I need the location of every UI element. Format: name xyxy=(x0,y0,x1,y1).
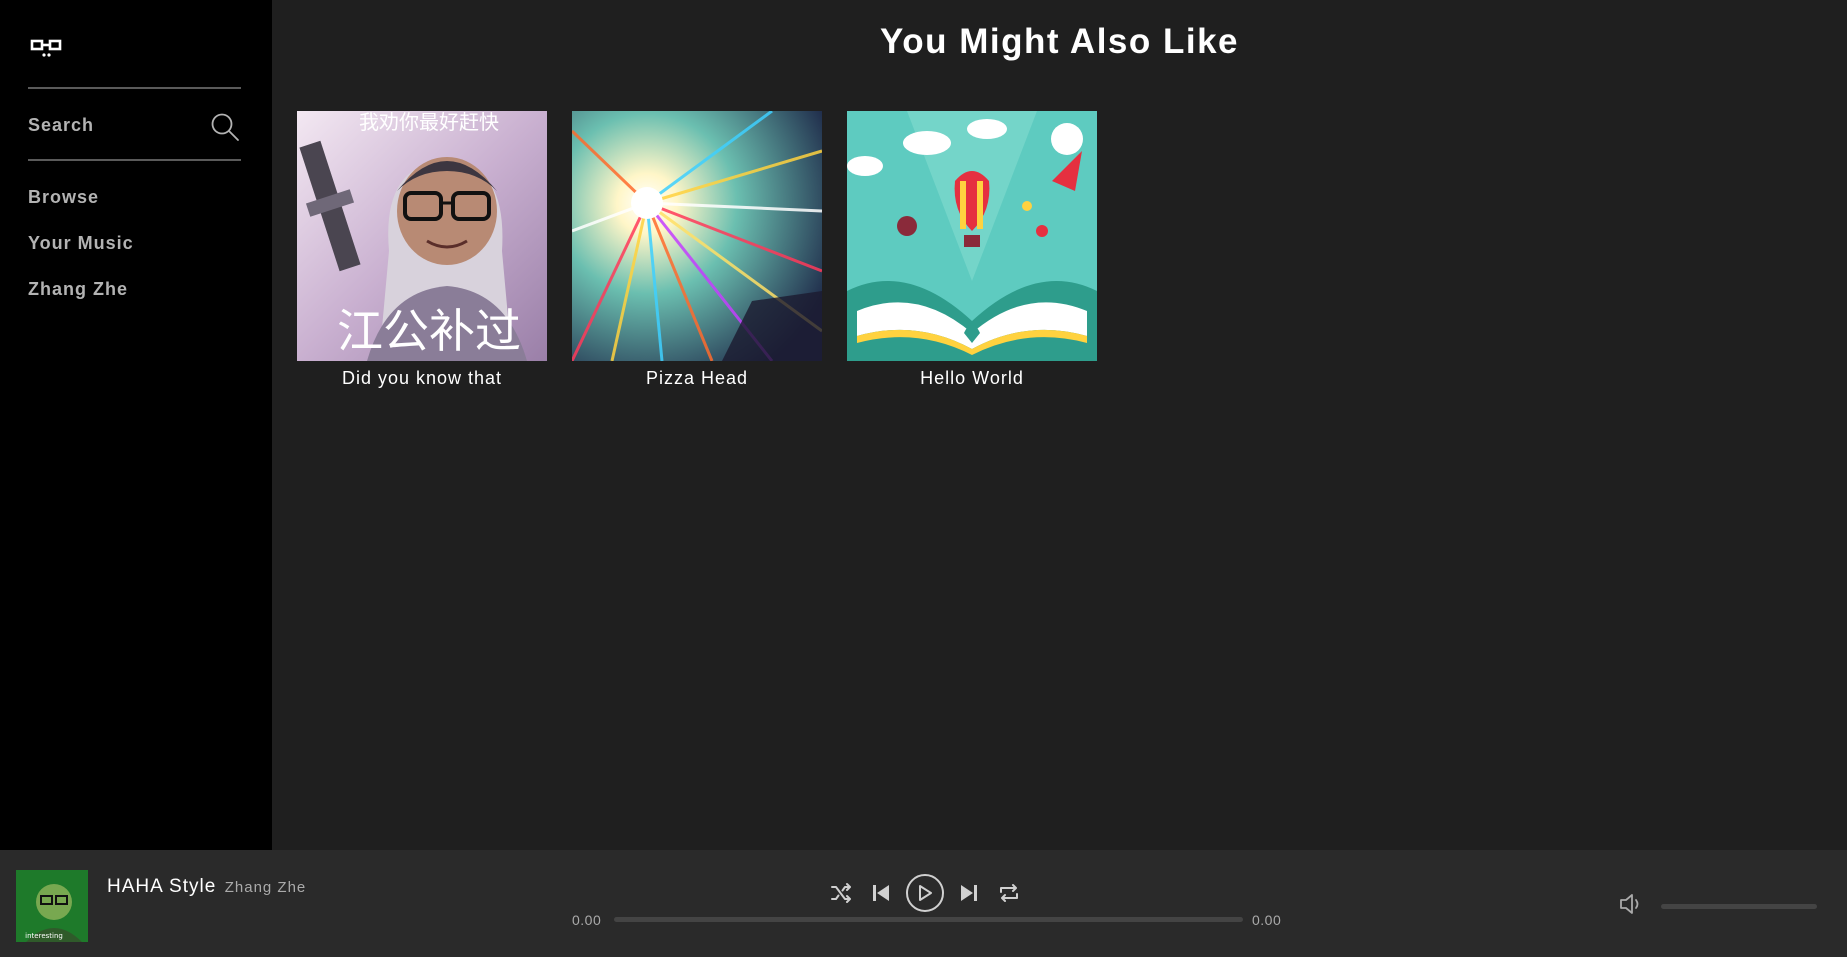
now-playing-artist[interactable]: Zhang Zhe xyxy=(225,879,307,896)
shuffle-button[interactable] xyxy=(826,878,856,908)
album-title[interactable]: Hello World xyxy=(847,368,1097,389)
sidebar-item-your-music[interactable]: Your Music xyxy=(28,230,134,276)
album-card[interactable]: 我劝你最好赶快 江公补过 Did you know that xyxy=(297,111,547,389)
repeat-icon xyxy=(1000,884,1018,902)
album-card[interactable]: Pizza Head xyxy=(572,111,822,389)
cover-top-text: 我劝你最好赶快 xyxy=(359,111,499,134)
album-cover-image[interactable]: 我劝你最好赶快 江公补过 xyxy=(297,111,547,361)
album-cover-image[interactable] xyxy=(572,111,822,361)
album-grid: 我劝你最好赶快 江公补过 Did you know that Pizza Hea… xyxy=(297,111,1122,389)
now-playing-title[interactable]: HAHA Style xyxy=(107,876,216,897)
now-playing-info: HAHA Style Zhang Zhe xyxy=(107,876,306,898)
previous-button[interactable] xyxy=(866,878,896,908)
page-title: You Might Also Like xyxy=(879,22,1240,61)
progress-bar[interactable] xyxy=(614,917,1243,922)
divider xyxy=(28,159,241,161)
search-label[interactable]: Search xyxy=(28,115,94,136)
player-bar: interesting HAHA Style Zhang Zhe 0.00 0.… xyxy=(0,850,1847,957)
album-card[interactable]: Hello World xyxy=(847,111,1097,389)
album-title[interactable]: Pizza Head xyxy=(572,368,822,389)
skip-forward-icon xyxy=(961,885,977,901)
current-time: 0.00 xyxy=(572,912,602,928)
cover-bottom-text: 江公补过 xyxy=(337,304,521,358)
next-button[interactable] xyxy=(954,878,984,908)
sidebar-item-profile[interactable]: Zhang Zhe xyxy=(28,276,134,322)
search-row[interactable]: Search xyxy=(28,104,241,146)
album-cover-image[interactable] xyxy=(847,111,1097,361)
volume-icon[interactable] xyxy=(1617,890,1645,918)
now-playing-cover-text: interesting xyxy=(25,932,63,940)
repeat-button[interactable] xyxy=(994,878,1024,908)
play-icon xyxy=(919,885,932,901)
shuffle-icon xyxy=(831,883,851,903)
album-title[interactable]: Did you know that xyxy=(297,368,547,389)
sidebar-item-browse[interactable]: Browse xyxy=(28,184,134,230)
skip-back-icon xyxy=(873,885,889,901)
divider xyxy=(28,87,241,89)
search-icon[interactable] xyxy=(210,112,240,142)
playback-controls xyxy=(826,874,1034,912)
play-button[interactable] xyxy=(906,874,944,912)
main-content: You Might Also Like 我劝你最好赶快 江公补过 Did you… xyxy=(272,0,1847,850)
glasses-logo-icon[interactable] xyxy=(30,36,64,62)
volume-slider[interactable] xyxy=(1661,904,1817,909)
now-playing-cover[interactable]: interesting xyxy=(16,870,88,942)
sidebar: Search Browse Your Music Zhang Zhe xyxy=(0,0,272,850)
total-time: 0.00 xyxy=(1252,912,1282,928)
sidebar-nav: Browse Your Music Zhang Zhe xyxy=(28,184,134,322)
